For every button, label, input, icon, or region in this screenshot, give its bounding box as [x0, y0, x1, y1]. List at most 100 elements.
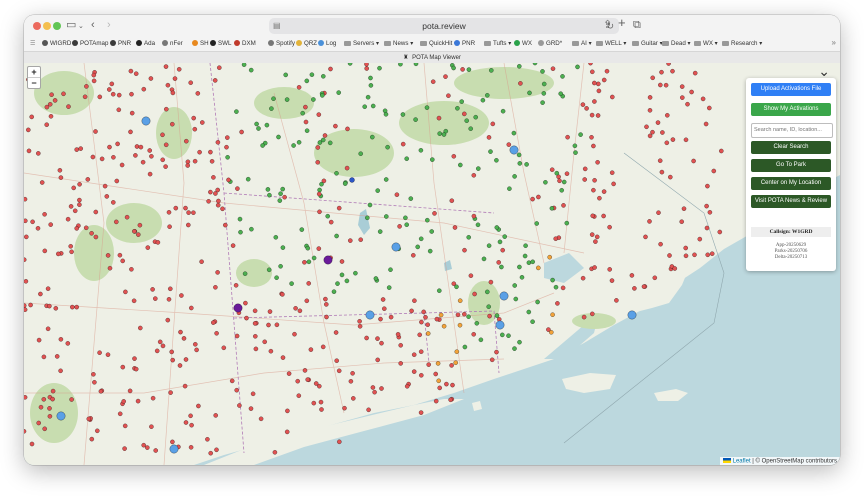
park-marker-unactivated[interactable] [129, 91, 134, 97]
park-marker-unactivated[interactable] [560, 285, 566, 291]
park-marker-unactivated[interactable] [302, 368, 308, 373]
park-marker-activated[interactable] [497, 239, 503, 245]
park-marker-activated[interactable] [400, 112, 406, 117]
park-marker-unactivated[interactable] [418, 349, 424, 355]
park-marker-unactivated[interactable] [243, 300, 248, 306]
park-marker-unactivated[interactable] [117, 411, 123, 417]
park-marker-unactivated[interactable] [137, 222, 143, 228]
park-marker-activated[interactable] [283, 72, 289, 78]
park-marker-unactivated[interactable] [418, 410, 424, 415]
park-marker-unactivated[interactable] [28, 302, 33, 308]
park-marker-unactivated[interactable] [357, 323, 363, 329]
park-marker-unactivated[interactable] [65, 216, 71, 222]
park-marker-unactivated[interactable] [433, 398, 439, 404]
park-marker-unactivated[interactable] [109, 81, 115, 87]
park-marker-unactivated[interactable] [706, 105, 712, 111]
park-marker-activated[interactable] [535, 299, 540, 305]
park-marker-activated[interactable] [486, 243, 492, 249]
park-marker-unactivated[interactable] [58, 175, 64, 180]
park-marker-unactivated[interactable] [667, 174, 673, 180]
park-marker-unactivated[interactable] [449, 198, 455, 204]
map-view[interactable]: + − ⌄ Leaflet | © OpenStreetMap contribu… [24, 63, 840, 465]
park-marker-unactivated[interactable] [134, 144, 140, 149]
park-marker-unactivated[interactable] [266, 322, 271, 328]
park-marker-activated[interactable] [513, 296, 519, 302]
park-marker-unactivated[interactable] [659, 69, 664, 75]
park-marker-unactivated[interactable] [24, 307, 28, 313]
bookmark-11[interactable]: Servers ▾ [344, 39, 379, 49]
park-marker-activated[interactable] [466, 234, 472, 240]
park-marker-unactivated[interactable] [42, 211, 47, 217]
park-marker-unactivated[interactable] [446, 93, 451, 99]
park-marker-unactivated[interactable] [323, 302, 329, 307]
park-marker-unactivated[interactable] [318, 399, 324, 405]
new-tab-button[interactable]: + [618, 16, 626, 30]
park-marker-unactivated[interactable] [188, 444, 194, 450]
park-marker-activated[interactable] [256, 126, 261, 131]
park-marker-unactivated[interactable] [461, 111, 467, 117]
park-marker-unactivated[interactable] [462, 247, 467, 253]
park-marker-activated[interactable] [454, 284, 459, 290]
park-marker-activated[interactable] [319, 181, 324, 187]
park-marker-unactivated[interactable] [188, 305, 194, 311]
park-marker-unactivated[interactable] [221, 345, 227, 351]
park-marker-unactivated[interactable] [650, 129, 655, 135]
park-marker-unactivated[interactable] [582, 166, 588, 172]
bookmark-14[interactable]: PNR [454, 39, 475, 49]
park-marker-unactivated[interactable] [208, 450, 214, 456]
bookmark-22[interactable]: WX ▾ [694, 39, 718, 49]
park-marker-unactivated[interactable] [39, 180, 45, 185]
park-marker-unactivated[interactable] [114, 178, 120, 184]
bookmark-20[interactable]: Guitar ▾ [632, 39, 663, 49]
park-marker-unactivated[interactable] [272, 449, 278, 455]
park-marker-unactivated[interactable] [111, 154, 116, 160]
park-marker-unactivated[interactable] [296, 84, 302, 90]
park-marker-activated[interactable] [436, 288, 442, 294]
park-marker-unactivated[interactable] [44, 122, 50, 128]
park-marker-unactivated[interactable] [395, 331, 401, 337]
park-cluster-marker[interactable] [495, 320, 505, 330]
park-marker-unactivated[interactable] [555, 301, 560, 306]
park-marker-unactivated[interactable] [215, 202, 221, 208]
park-marker-unactivated[interactable] [667, 253, 672, 258]
park-marker-unactivated[interactable] [122, 423, 128, 429]
park-marker-activated[interactable] [560, 74, 565, 79]
park-marker-activated[interactable] [386, 285, 392, 290]
park-marker-unactivated[interactable] [229, 378, 235, 384]
park-marker-unactivated[interactable] [182, 383, 188, 389]
park-marker-unactivated[interactable] [133, 366, 139, 372]
park-marker-recent[interactable] [441, 323, 447, 329]
bookmark-23[interactable]: Research ▾ [722, 39, 762, 49]
minimize-window-button[interactable] [43, 22, 51, 30]
park-marker-activated[interactable] [527, 90, 532, 96]
park-marker-unactivated[interactable] [24, 218, 28, 224]
park-marker-unactivated[interactable] [163, 142, 169, 148]
park-marker-unactivated[interactable] [565, 134, 570, 140]
park-marker-unactivated[interactable] [591, 187, 596, 193]
park-marker-activated[interactable] [526, 260, 532, 266]
park-marker-unactivated[interactable] [711, 168, 717, 174]
park-marker-unactivated[interactable] [42, 426, 48, 432]
park-marker-unactivated[interactable] [226, 177, 231, 183]
bookmark-16[interactable]: WX [514, 39, 532, 49]
park-marker-unactivated[interactable] [47, 413, 53, 419]
park-marker-unactivated[interactable] [38, 291, 43, 297]
park-marker-activated[interactable] [299, 227, 305, 232]
park-marker-unactivated[interactable] [124, 214, 130, 220]
park-marker-unactivated[interactable] [191, 210, 196, 216]
park-marker-activated[interactable] [441, 132, 447, 137]
park-marker-unactivated[interactable] [679, 84, 685, 89]
park-marker-activated[interactable] [304, 128, 310, 134]
park-marker-activated[interactable] [484, 92, 490, 98]
park-marker-activated[interactable] [344, 278, 350, 284]
park-marker-activated[interactable] [519, 274, 525, 280]
park-marker-activated[interactable] [468, 126, 474, 132]
park-marker-unactivated[interactable] [83, 225, 89, 231]
forward-button[interactable]: › [107, 18, 111, 32]
park-marker-recent[interactable] [457, 298, 463, 304]
park-marker-unactivated[interactable] [169, 349, 175, 355]
park-marker-unactivated[interactable] [581, 314, 587, 320]
park-marker-unactivated[interactable] [152, 296, 158, 301]
park-marker-unactivated[interactable] [215, 187, 221, 193]
park-marker-unactivated[interactable] [29, 441, 35, 447]
